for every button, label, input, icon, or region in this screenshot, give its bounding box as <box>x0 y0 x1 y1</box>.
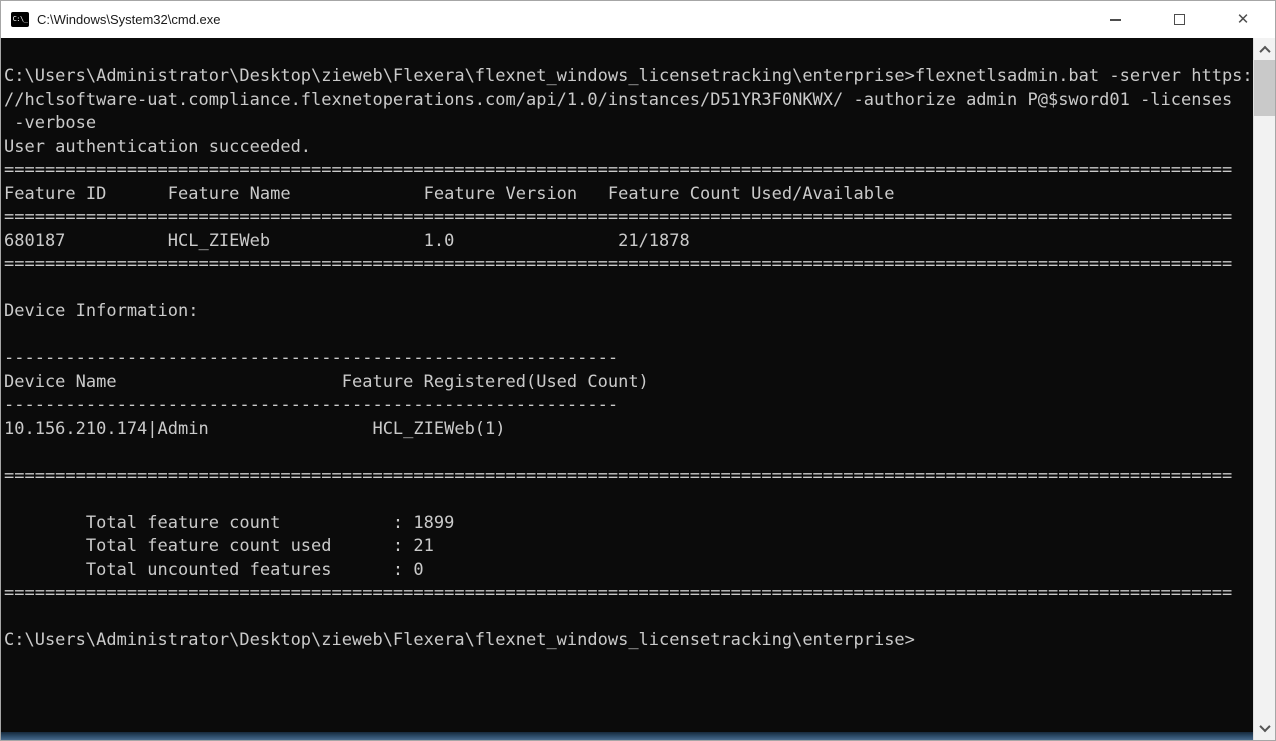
maximize-button[interactable] <box>1147 1 1211 38</box>
cmd-window: C:\_ C:\Windows\System32\cmd.exe ✕ C:\Us… <box>0 0 1276 741</box>
chevron-down-icon <box>1259 721 1270 732</box>
scroll-up-button[interactable] <box>1254 40 1275 60</box>
window-title: C:\Windows\System32\cmd.exe <box>37 12 221 27</box>
close-button[interactable]: ✕ <box>1211 1 1275 38</box>
window-controls: ✕ <box>1083 1 1275 38</box>
cmd-app-icon[interactable]: C:\_ <box>11 12 29 27</box>
console-content: C:\Users\Administrator\Desktop\zieweb\Fl… <box>1 38 1275 740</box>
minimize-button[interactable] <box>1083 1 1147 38</box>
window-bottom-edge <box>1 732 1253 740</box>
scroll-down-button[interactable] <box>1254 718 1275 738</box>
vertical-scrollbar[interactable] <box>1253 38 1275 740</box>
terminal-output[interactable]: C:\Users\Administrator\Desktop\zieweb\Fl… <box>1 38 1253 732</box>
minimize-icon <box>1110 19 1121 21</box>
maximize-icon <box>1174 14 1185 25</box>
chevron-up-icon <box>1259 46 1270 57</box>
close-icon: ✕ <box>1237 12 1250 27</box>
scrollbar-thumb[interactable] <box>1254 60 1275 116</box>
title-bar[interactable]: C:\_ C:\Windows\System32\cmd.exe ✕ <box>1 1 1275 38</box>
